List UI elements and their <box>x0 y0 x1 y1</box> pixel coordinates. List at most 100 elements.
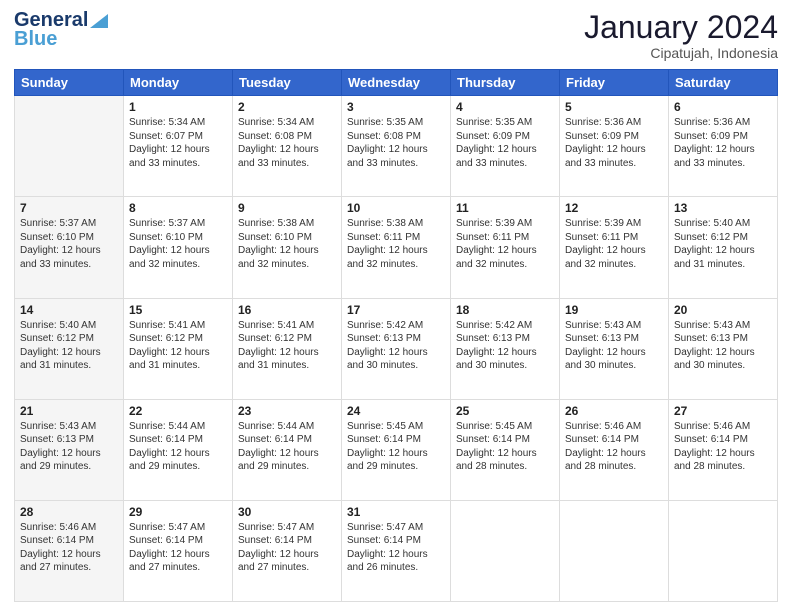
cell-info: Sunrise: 5:36 AM Sunset: 6:09 PM Dayligh… <box>565 116 663 170</box>
day-number: 12 <box>565 201 663 215</box>
sunset-text: Sunset: 6:14 PM <box>20 535 94 546</box>
sunset-text: Sunset: 6:14 PM <box>129 434 203 445</box>
daylight-text: Daylight: 12 hours and 30 minutes. <box>456 347 537 372</box>
sunset-text: Sunset: 6:14 PM <box>565 434 639 445</box>
calendar-cell: 9 Sunrise: 5:38 AM Sunset: 6:10 PM Dayli… <box>233 197 342 298</box>
sunrise-text: Sunrise: 5:40 AM <box>20 320 96 331</box>
calendar-cell: 28 Sunrise: 5:46 AM Sunset: 6:14 PM Dayl… <box>15 500 124 601</box>
title-area: January 2024 Cipatujah, Indonesia <box>584 10 778 61</box>
daylight-text: Daylight: 12 hours and 26 minutes. <box>347 549 428 574</box>
calendar-cell: 13 Sunrise: 5:40 AM Sunset: 6:12 PM Dayl… <box>669 197 778 298</box>
calendar-cell: 17 Sunrise: 5:42 AM Sunset: 6:13 PM Dayl… <box>342 298 451 399</box>
cell-info: Sunrise: 5:43 AM Sunset: 6:13 PM Dayligh… <box>565 319 663 373</box>
sunset-text: Sunset: 6:14 PM <box>674 434 748 445</box>
daylight-text: Daylight: 12 hours and 30 minutes. <box>565 347 646 372</box>
sunrise-text: Sunrise: 5:34 AM <box>129 117 205 128</box>
day-number: 27 <box>674 404 772 418</box>
daylight-text: Daylight: 12 hours and 28 minutes. <box>456 448 537 473</box>
cell-info: Sunrise: 5:37 AM Sunset: 6:10 PM Dayligh… <box>129 217 227 271</box>
cell-info: Sunrise: 5:42 AM Sunset: 6:13 PM Dayligh… <box>456 319 554 373</box>
calendar-cell: 22 Sunrise: 5:44 AM Sunset: 6:14 PM Dayl… <box>124 399 233 500</box>
sunrise-text: Sunrise: 5:37 AM <box>20 218 96 229</box>
sunset-text: Sunset: 6:09 PM <box>456 131 530 142</box>
calendar-cell: 12 Sunrise: 5:39 AM Sunset: 6:11 PM Dayl… <box>560 197 669 298</box>
sunrise-text: Sunrise: 5:42 AM <box>347 320 423 331</box>
daylight-text: Daylight: 12 hours and 29 minutes. <box>20 448 101 473</box>
sunset-text: Sunset: 6:09 PM <box>565 131 639 142</box>
daylight-text: Daylight: 12 hours and 28 minutes. <box>674 448 755 473</box>
calendar-cell: 27 Sunrise: 5:46 AM Sunset: 6:14 PM Dayl… <box>669 399 778 500</box>
daylight-text: Daylight: 12 hours and 27 minutes. <box>20 549 101 574</box>
sunset-text: Sunset: 6:08 PM <box>238 131 312 142</box>
daylight-text: Daylight: 12 hours and 32 minutes. <box>347 245 428 270</box>
cell-info: Sunrise: 5:42 AM Sunset: 6:13 PM Dayligh… <box>347 319 445 373</box>
sunset-text: Sunset: 6:14 PM <box>456 434 530 445</box>
daylight-text: Daylight: 12 hours and 33 minutes. <box>129 144 210 169</box>
cell-info: Sunrise: 5:35 AM Sunset: 6:08 PM Dayligh… <box>347 116 445 170</box>
cell-info: Sunrise: 5:45 AM Sunset: 6:14 PM Dayligh… <box>347 420 445 474</box>
day-number: 16 <box>238 303 336 317</box>
daylight-text: Daylight: 12 hours and 31 minutes. <box>238 347 319 372</box>
sunset-text: Sunset: 6:13 PM <box>347 333 421 344</box>
daylight-text: Daylight: 12 hours and 29 minutes. <box>347 448 428 473</box>
weekday-header-sunday: Sunday <box>15 70 124 96</box>
day-number: 28 <box>20 505 118 519</box>
calendar-week-2: 7 Sunrise: 5:37 AM Sunset: 6:10 PM Dayli… <box>15 197 778 298</box>
daylight-text: Daylight: 12 hours and 28 minutes. <box>565 448 646 473</box>
day-number: 29 <box>129 505 227 519</box>
calendar-week-4: 21 Sunrise: 5:43 AM Sunset: 6:13 PM Dayl… <box>15 399 778 500</box>
calendar-cell: 3 Sunrise: 5:35 AM Sunset: 6:08 PM Dayli… <box>342 96 451 197</box>
day-number: 20 <box>674 303 772 317</box>
daylight-text: Daylight: 12 hours and 27 minutes. <box>238 549 319 574</box>
sunset-text: Sunset: 6:13 PM <box>20 434 94 445</box>
sunrise-text: Sunrise: 5:46 AM <box>20 522 96 533</box>
sunrise-text: Sunrise: 5:44 AM <box>238 421 314 432</box>
sunrise-text: Sunrise: 5:47 AM <box>129 522 205 533</box>
header: General Blue January 2024 Cipatujah, Ind… <box>14 10 778 61</box>
calendar-cell <box>560 500 669 601</box>
calendar-week-3: 14 Sunrise: 5:40 AM Sunset: 6:12 PM Dayl… <box>15 298 778 399</box>
day-number: 10 <box>347 201 445 215</box>
calendar-cell: 23 Sunrise: 5:44 AM Sunset: 6:14 PM Dayl… <box>233 399 342 500</box>
cell-info: Sunrise: 5:35 AM Sunset: 6:09 PM Dayligh… <box>456 116 554 170</box>
sunset-text: Sunset: 6:12 PM <box>129 333 203 344</box>
month-title: January 2024 <box>584 10 778 45</box>
sunrise-text: Sunrise: 5:40 AM <box>674 218 750 229</box>
sunset-text: Sunset: 6:10 PM <box>238 232 312 243</box>
weekday-header-thursday: Thursday <box>451 70 560 96</box>
calendar-cell: 2 Sunrise: 5:34 AM Sunset: 6:08 PM Dayli… <box>233 96 342 197</box>
day-number: 3 <box>347 100 445 114</box>
sunset-text: Sunset: 6:13 PM <box>674 333 748 344</box>
weekday-header-friday: Friday <box>560 70 669 96</box>
calendar-cell <box>15 96 124 197</box>
sunset-text: Sunset: 6:10 PM <box>129 232 203 243</box>
day-number: 4 <box>456 100 554 114</box>
sunset-text: Sunset: 6:12 PM <box>20 333 94 344</box>
day-number: 13 <box>674 201 772 215</box>
day-number: 24 <box>347 404 445 418</box>
daylight-text: Daylight: 12 hours and 27 minutes. <box>129 549 210 574</box>
calendar-header-row: SundayMondayTuesdayWednesdayThursdayFrid… <box>15 70 778 96</box>
calendar-cell: 26 Sunrise: 5:46 AM Sunset: 6:14 PM Dayl… <box>560 399 669 500</box>
sunrise-text: Sunrise: 5:46 AM <box>565 421 641 432</box>
day-number: 30 <box>238 505 336 519</box>
day-number: 2 <box>238 100 336 114</box>
page: General Blue January 2024 Cipatujah, Ind… <box>0 0 792 612</box>
daylight-text: Daylight: 12 hours and 33 minutes. <box>20 245 101 270</box>
sunrise-text: Sunrise: 5:34 AM <box>238 117 314 128</box>
calendar-cell <box>669 500 778 601</box>
daylight-text: Daylight: 12 hours and 31 minutes. <box>129 347 210 372</box>
cell-info: Sunrise: 5:46 AM Sunset: 6:14 PM Dayligh… <box>674 420 772 474</box>
calendar-cell: 18 Sunrise: 5:42 AM Sunset: 6:13 PM Dayl… <box>451 298 560 399</box>
daylight-text: Daylight: 12 hours and 32 minutes. <box>129 245 210 270</box>
weekday-header-wednesday: Wednesday <box>342 70 451 96</box>
daylight-text: Daylight: 12 hours and 30 minutes. <box>347 347 428 372</box>
sunset-text: Sunset: 6:12 PM <box>238 333 312 344</box>
cell-info: Sunrise: 5:39 AM Sunset: 6:11 PM Dayligh… <box>456 217 554 271</box>
weekday-header-monday: Monday <box>124 70 233 96</box>
calendar-cell: 20 Sunrise: 5:43 AM Sunset: 6:13 PM Dayl… <box>669 298 778 399</box>
daylight-text: Daylight: 12 hours and 33 minutes. <box>347 144 428 169</box>
day-number: 17 <box>347 303 445 317</box>
calendar-cell: 16 Sunrise: 5:41 AM Sunset: 6:12 PM Dayl… <box>233 298 342 399</box>
cell-info: Sunrise: 5:34 AM Sunset: 6:07 PM Dayligh… <box>129 116 227 170</box>
